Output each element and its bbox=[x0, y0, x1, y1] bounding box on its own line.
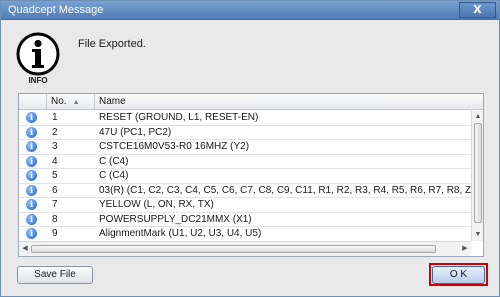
header-name-label: Name bbox=[99, 96, 126, 107]
table-row[interactable]: i 7 YELLOW (L, ON, RX, TX) bbox=[19, 198, 471, 213]
table-row[interactable]: i 2 47U (PC1, PC2) bbox=[19, 126, 471, 140]
row-name: 03(R) (C1, C2, C3, C4, C5, C6, C7, C8, C… bbox=[99, 184, 471, 196]
results-grid[interactable]: No. ▲ Name i 1 RESET (GROUND, L1, RESET-E… bbox=[18, 93, 484, 257]
row-name: C (C4) bbox=[99, 155, 129, 167]
message-dialog: Quadcept Message X INFO File Exported. N… bbox=[0, 0, 500, 297]
table-row[interactable]: i 1 RESET (GROUND, L1, RESET-EN) bbox=[19, 111, 471, 126]
header-no[interactable]: No. ▲ bbox=[47, 94, 95, 110]
table-row[interactable]: i 8 POWERSUPPLY_DC21MMX (X1) bbox=[19, 213, 471, 227]
message-text: File Exported. bbox=[78, 38, 146, 50]
scroll-right-icon[interactable]: ▶ bbox=[460, 244, 470, 254]
row-number: 8 bbox=[52, 213, 58, 225]
window-title: Quadcept Message bbox=[8, 4, 104, 16]
horizontal-scrollbar[interactable]: ◀ ▶ bbox=[19, 241, 471, 256]
row-number: 3 bbox=[52, 141, 58, 152]
row-number: 7 bbox=[52, 199, 58, 210]
info-row-icon: i bbox=[26, 184, 37, 196]
row-number: 5 bbox=[52, 170, 58, 181]
row-name: POWERSUPPLY_DC21MMX (X1) bbox=[99, 213, 252, 225]
sort-ascending-icon: ▲ bbox=[72, 99, 80, 106]
info-row-icon: i bbox=[26, 126, 37, 138]
info-row-icon: i bbox=[26, 199, 37, 210]
info-icon-label: INFO bbox=[28, 76, 48, 85]
ok-button[interactable]: O K bbox=[432, 266, 485, 284]
row-name: RESET (GROUND, L1, RESET-EN) bbox=[99, 112, 259, 123]
table-row[interactable]: i 9 AlignmentMark (U1, U2, U3, U4, U5) bbox=[19, 227, 471, 241]
vertical-scrollbar[interactable]: ▲ ▼ bbox=[471, 111, 483, 241]
row-name: CSTCE16M0V53-R0 16MHZ (Y2) bbox=[99, 141, 250, 152]
row-number: 4 bbox=[52, 155, 58, 167]
info-row-icon: i bbox=[26, 141, 37, 152]
row-number: 1 bbox=[52, 112, 58, 123]
scroll-up-icon[interactable]: ▲ bbox=[473, 112, 483, 122]
table-row[interactable]: i 5 C (C4) bbox=[19, 169, 471, 184]
row-number: 2 bbox=[52, 126, 58, 138]
vertical-scroll-thumb[interactable] bbox=[474, 123, 482, 223]
title-bar[interactable]: Quadcept Message X bbox=[1, 1, 499, 20]
header-name[interactable]: Name bbox=[95, 94, 483, 110]
grid-rows: i 1 RESET (GROUND, L1, RESET-EN) i 2 47U… bbox=[19, 111, 471, 241]
info-row-icon: i bbox=[26, 228, 37, 239]
row-name: AlignmentMark (U1, U2, U3, U4, U5) bbox=[99, 228, 262, 239]
scroll-left-icon[interactable]: ◀ bbox=[20, 244, 30, 254]
header-no-label: No. bbox=[51, 96, 67, 107]
info-row-icon: i bbox=[26, 170, 37, 181]
table-row[interactable]: i 6 03(R) (C1, C2, C3, C4, C5, C6, C7, C… bbox=[19, 184, 471, 198]
scroll-down-icon[interactable]: ▼ bbox=[473, 230, 483, 240]
table-row[interactable]: i 3 CSTCE16M0V53-R0 16MHZ (Y2) bbox=[19, 140, 471, 155]
horizontal-scroll-thumb[interactable] bbox=[31, 245, 436, 253]
info-row-icon: i bbox=[26, 112, 37, 123]
row-number: 9 bbox=[52, 228, 58, 239]
info-row-icon: i bbox=[26, 155, 37, 167]
grid-header: No. ▲ Name bbox=[19, 94, 483, 110]
info-icon bbox=[16, 32, 60, 76]
save-file-button[interactable]: Save File bbox=[17, 266, 93, 284]
table-row[interactable]: i 4 C (C4) bbox=[19, 155, 471, 169]
row-name: 47U (PC1, PC2) bbox=[99, 126, 172, 138]
header-icon-column bbox=[19, 94, 47, 110]
row-name: C (C4) bbox=[99, 170, 129, 181]
row-name: YELLOW (L, ON, RX, TX) bbox=[99, 199, 214, 210]
row-number: 6 bbox=[52, 184, 58, 196]
close-button[interactable]: X bbox=[459, 2, 496, 18]
info-row-icon: i bbox=[26, 213, 37, 225]
